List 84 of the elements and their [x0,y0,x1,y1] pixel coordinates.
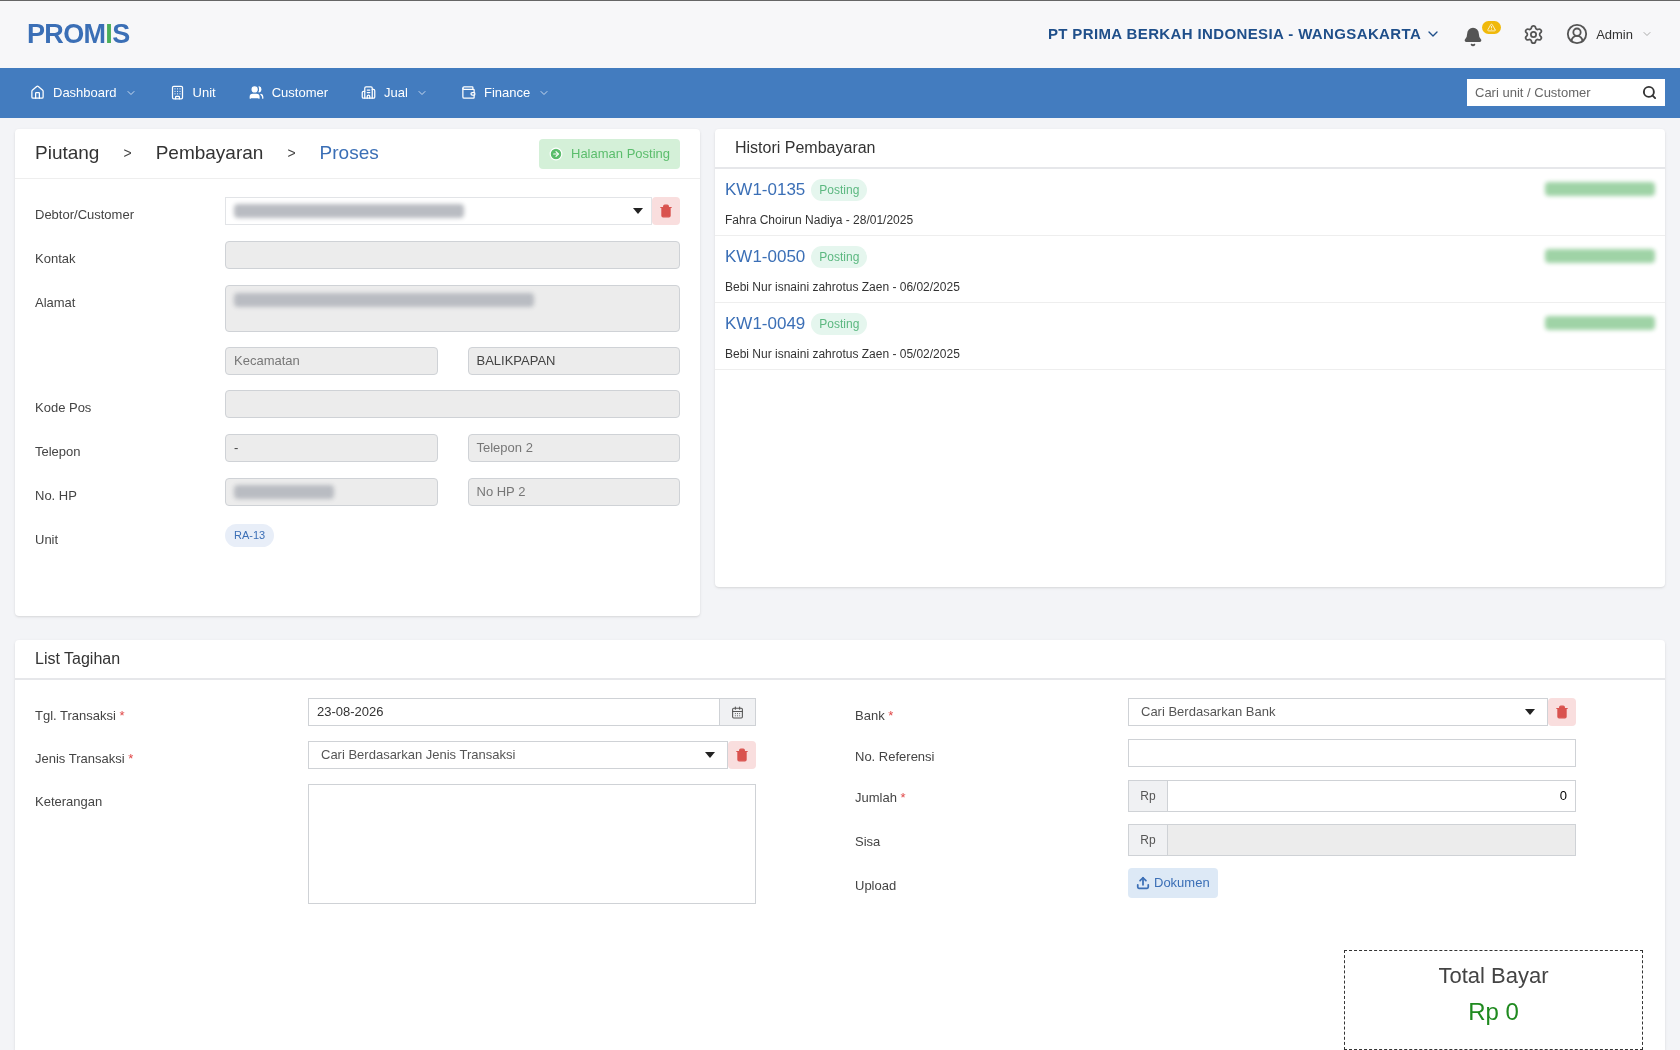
card-title: Histori Pembayaran [735,138,876,158]
amount-field[interactable]: 0 [1168,780,1576,812]
clear-button[interactable] [1548,698,1576,726]
user-menu[interactable]: Admin [1566,23,1653,46]
text-field[interactable]: Kecamatan [225,347,438,375]
total-label: Total Bayar [1438,962,1549,990]
field-label: Jenis Transaksi * [35,751,134,766]
caret-icon [633,208,643,214]
upload-button[interactable]: Dokumen [1128,868,1218,898]
breadcrumb-separator: > [123,144,132,163]
select-field[interactable]: Cari Berdasarkan Bank [1128,698,1548,726]
receipt-link[interactable]: KW1-0135 [725,177,806,203]
select-field[interactable]: Cari Berdasarkan Jenis Transaksi [308,741,728,769]
total-value: Rp 0 [1468,997,1519,1027]
field-label: Sisa [855,834,881,849]
trash-icon [1555,705,1569,719]
field-label: Keterangan [35,794,103,809]
warning-icon [1487,23,1497,33]
text-field[interactable]: No HP 2 [467,478,680,506]
status-badge: Posting [811,245,868,268]
address-field[interactable] [225,285,680,332]
settings-icon[interactable] [1523,23,1545,45]
receipt-link[interactable]: KW1-0050 [725,244,806,270]
wallet-icon [460,85,476,101]
receipt-link[interactable]: KW1-0049 [725,311,806,337]
text-field[interactable] [225,478,438,506]
field-label: Kontak [35,251,76,266]
card-title: List Tagihan [35,649,121,669]
customer-select[interactable] [225,197,652,225]
breadcrumb-link[interactable]: Piutang [35,139,100,168]
caret-icon [1525,709,1535,715]
field-label: Alamat [35,295,76,310]
payment-detail: Bebi Nur isnaini zahrotus Zaen - 06/02/2025 [725,278,960,296]
text-field[interactable] [225,390,680,418]
trash-icon [659,204,673,218]
status-badge: Posting [811,178,868,201]
payment-detail: Bebi Nur isnaini zahrotus Zaen - 05/02/2025 [725,345,960,363]
users-icon [248,85,264,101]
clear-button[interactable] [728,741,756,769]
field-label: Kode Pos [35,400,92,415]
bell-icon[interactable] [1463,27,1484,48]
nav-item[interactable]: Jual [361,83,428,103]
field-label: Telepon [35,444,81,459]
text-field[interactable] [1128,739,1576,767]
breadcrumb-separator: > [287,144,296,163]
nav-item[interactable]: Finance [460,83,551,103]
field-label: Jumlah * [855,790,906,805]
field-label: No. HP [35,488,77,503]
currency-prefix: Rp [1128,824,1168,856]
breadcrumb-link[interactable]: Pembayaran [155,139,264,168]
company-selector[interactable]: PT PRIMA BERKAH INDONESIA - WANGSAKARTA [1047,23,1442,46]
notes-field[interactable] [308,784,756,904]
nav-item[interactable]: Customer [248,83,329,103]
breadcrumb-link[interactable]: Proses [319,139,379,168]
text-field[interactable]: BALIKPAPAN [467,347,680,375]
building-icon [169,85,185,101]
calendar-button[interactable] [720,698,756,726]
field-label: No. Referensi [855,749,935,764]
search-icon [1642,85,1657,101]
field-label: Upload [855,878,897,893]
user-avatar-icon [1566,23,1589,46]
currency-prefix: Rp [1128,780,1168,812]
logo[interactable]: PROMIS [27,14,130,55]
field-label: Unit [35,532,59,547]
buildings-icon [361,85,377,101]
clear-button[interactable] [652,197,680,225]
nav-item[interactable]: Unit [169,83,216,103]
field-label: Tgl. Transaksi * [35,708,125,723]
field-label: Bank * [855,708,894,723]
nav-item[interactable]: Dashboard [30,83,137,103]
date-field[interactable]: 23-08-2026 [308,698,720,726]
text-field[interactable] [225,241,680,269]
search-field[interactable]: Cari unit / Customer [1467,79,1665,107]
upload-icon [1136,876,1150,890]
caret-icon [705,752,715,758]
status-badge: Posting [811,312,868,335]
home-icon [30,85,45,101]
calendar-icon [731,705,744,719]
text-field[interactable]: Telepon 2 [467,434,680,462]
payment-detail: Fahra Choirun Nadiya - 28/01/2025 [725,211,914,229]
field-label: Debtor/Customer [35,207,134,222]
unit-badge: RA-13 [225,524,275,547]
trash-icon [735,748,749,762]
text-field[interactable]: - [225,434,438,462]
